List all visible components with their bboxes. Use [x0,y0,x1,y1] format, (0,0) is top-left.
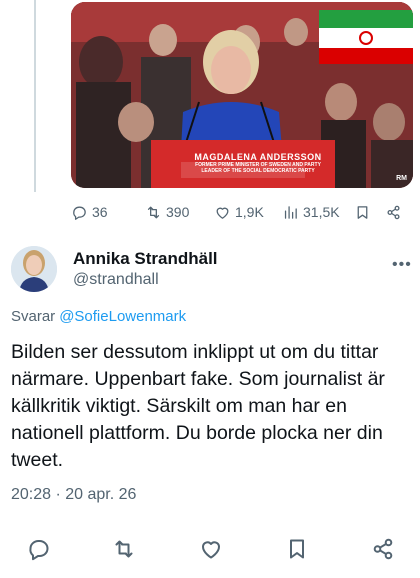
bookmark-icon [290,539,304,559]
more-icon[interactable]: ••• [392,256,412,274]
like-count: 1,9K [235,204,264,220]
share-button[interactable] [371,537,395,561]
reply-icon [29,540,49,561]
bookmark-icon [357,205,368,219]
timestamp[interactable]: 20:28 · 20 apr. 26 [11,486,136,504]
views-count-button[interactable]: 31,5K [282,201,340,223]
like-count-button[interactable]: 1,9K [214,201,264,223]
reply-icon [73,206,86,220]
parent-stats-bar: 36 390 1,9K 31,5K [71,201,413,223]
reply-button[interactable] [27,537,51,561]
bookmark-button-parent[interactable] [354,201,371,223]
share-icon [373,538,393,560]
like-button[interactable] [199,537,223,561]
repost-button[interactable] [112,537,136,561]
watermark: RM [396,175,407,182]
repost-icon [115,540,133,558]
share-icon [387,205,400,219]
author-handle[interactable]: @strandhall [73,271,159,289]
views-count: 31,5K [303,204,340,220]
podium-name: MAGDALENA ANDERSSON [194,152,322,162]
heart-icon [202,541,220,559]
reply-to-handle-link[interactable]: @SofieLowenmark [59,308,186,325]
podium-subtitle-2: LEADER OF THE SOCIAL DEMOCRATIC PARTY [201,168,315,174]
replying-to: Svarar @SofieLowenmark [11,308,186,325]
replying-to-label: Svarar [11,308,56,325]
heart-icon [216,207,229,219]
reply-count-button[interactable]: 36 [71,201,108,223]
bookmark-button[interactable] [285,537,309,561]
repost-icon [147,206,160,218]
action-bar [0,535,420,565]
tweet-text: Bilden ser dessutom inklippt ut om du ti… [11,341,385,471]
share-button-parent[interactable] [385,201,402,223]
views-icon [284,205,297,219]
thread-connector-line [34,0,36,192]
podium-label: MAGDALENA ANDERSSON FORMER PRIME MINISTE… [183,152,333,174]
repost-count: 390 [166,204,190,220]
reply-count: 36 [92,204,108,220]
avatar[interactable] [11,246,57,292]
repost-count-button[interactable]: 390 [145,201,189,223]
post-image[interactable]: MAGDALENA ANDERSSON FORMER PRIME MINISTE… [71,2,413,188]
author-name[interactable]: Annika Strandhäll [73,249,218,269]
avatar-photo [11,246,57,292]
